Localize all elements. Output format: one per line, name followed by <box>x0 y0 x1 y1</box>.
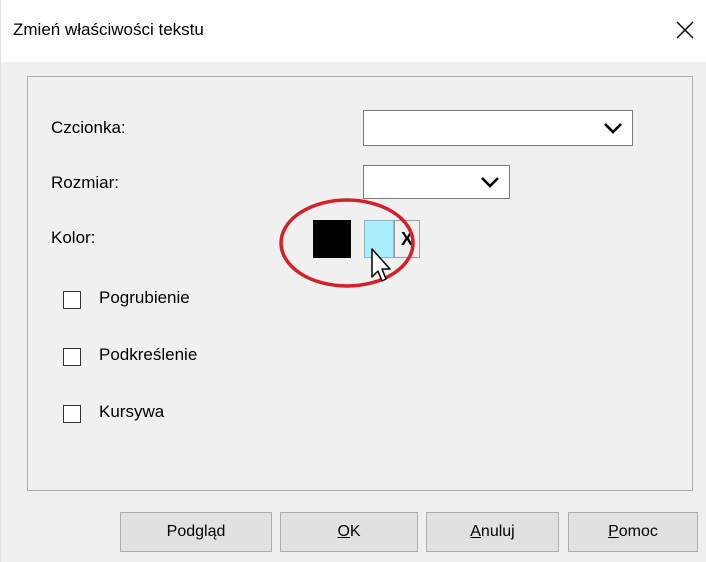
ok-button[interactable]: OK <box>280 512 418 552</box>
bold-label: Pogrubienie <box>99 288 190 307</box>
font-chevron-down-icon <box>598 111 628 145</box>
underline-checkbox[interactable] <box>63 348 81 366</box>
cancel-button-label: Anuluj <box>470 523 515 540</box>
cancel-button[interactable]: Anuluj <box>426 512 559 552</box>
mouse-cursor-icon <box>371 248 391 282</box>
italic-label: Kursywa <box>99 402 165 421</box>
window-title: Zmień właściwości tekstu <box>13 20 204 39</box>
color-label: Kolor: <box>51 228 96 247</box>
help-button-label: Pomoc <box>608 523 658 540</box>
underline-label: Podkreślenie <box>99 345 198 364</box>
font-combobox[interactable] <box>363 110 633 146</box>
size-combobox[interactable] <box>363 165 510 199</box>
title-bar: Zmień właściwości tekstu <box>1 0 706 62</box>
highlight-circle-annotation <box>279 198 415 288</box>
bold-checkbox[interactable] <box>63 291 81 309</box>
font-label: Czcionka: <box>51 118 126 137</box>
preview-button[interactable]: Podgląd <box>120 512 272 552</box>
preview-button-label: Podgląd <box>166 523 226 540</box>
close-button[interactable] <box>671 16 699 44</box>
help-button[interactable]: Pomoc <box>568 512 698 552</box>
ok-button-label: OK <box>337 523 361 540</box>
close-icon <box>676 21 694 39</box>
dialog-window: Zmień właściwości tekstu Czcionka: Rozmi… <box>0 0 706 562</box>
size-chevron-down-icon <box>475 166 505 198</box>
size-label: Rozmiar: <box>51 173 120 192</box>
italic-checkbox[interactable] <box>63 405 81 423</box>
